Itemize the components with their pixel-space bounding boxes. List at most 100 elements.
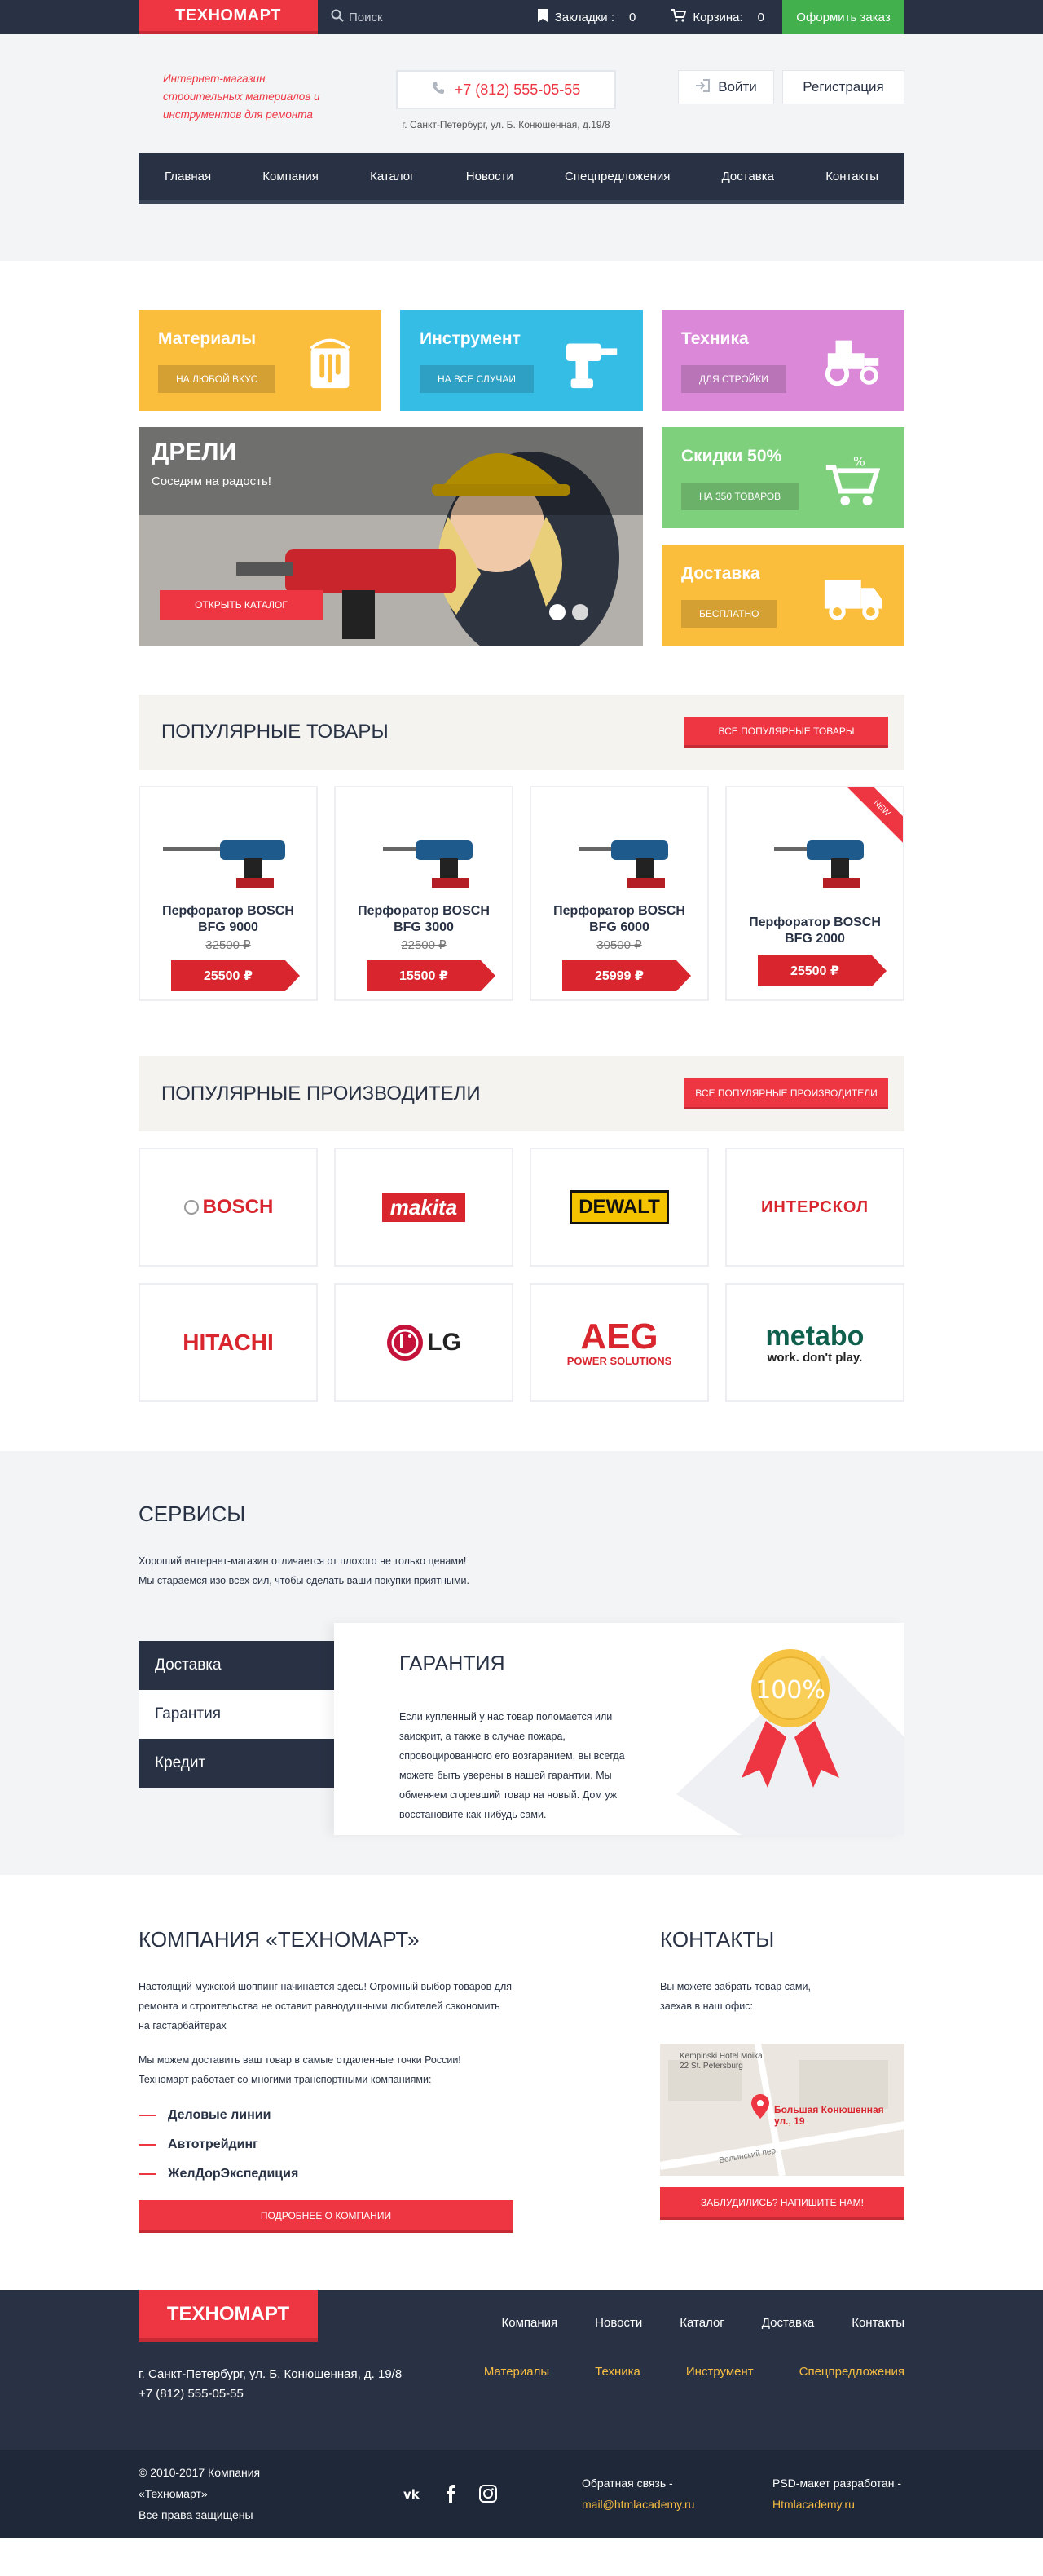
svg-text:vk: vk — [403, 2487, 420, 2500]
slider-dot[interactable] — [549, 604, 566, 620]
all-brands-button[interactable]: Все популярные производители — [684, 1078, 888, 1109]
hammer-drill-icon — [383, 840, 473, 888]
tile-button[interactable]: На любой вкус — [158, 365, 276, 393]
login-button[interactable]: Войти — [678, 70, 774, 104]
slider-title: ДРЕЛИ — [152, 439, 237, 465]
tile-button[interactable]: На 350 товаров — [681, 483, 799, 510]
product-card[interactable]: Перфоратор BOSCH BFG 3000 22500 ₽ 15500 … — [334, 786, 513, 1001]
product-card[interactable]: Перфоратор BOSCH BFG 9000 32500 ₽ 25500 … — [139, 786, 318, 1001]
cart-icon: % — [825, 454, 881, 506]
footer-address-block: г. Санкт-Петербург, ул. Б. Конюшенная, д… — [139, 2365, 402, 2404]
bookmarks-label: Закладки : — [554, 10, 614, 24]
brand-bosch[interactable]: BOSCH — [139, 1148, 318, 1267]
feedback-label: Обратная связь - — [582, 2477, 673, 2490]
brand-lg[interactable]: LG — [334, 1283, 513, 1402]
login-label: Войти — [718, 79, 757, 95]
slider-dot[interactable] — [572, 604, 588, 620]
product-card[interactable]: Перфоратор BOSCH BFG 6000 30500 ₽ 25999 … — [530, 786, 709, 1001]
tile-button[interactable]: Бесплатно — [681, 600, 777, 628]
tile-materials[interactable]: Материалы На любой вкус — [139, 310, 381, 411]
price-button[interactable]: 25500 ₽ — [758, 955, 887, 986]
footer-link-catalog[interactable]: Каталог — [680, 2316, 724, 2330]
tile-machinery[interactable]: Техника Для стройки — [662, 310, 904, 411]
popular-brands-header: Популярные производители Все популярные … — [139, 1056, 904, 1131]
phone-box[interactable]: +7 (812) 555-05-55 — [396, 70, 616, 109]
footer-link-machinery[interactable]: Техника — [595, 2365, 640, 2379]
brand-interskol[interactable]: ИНТЕРСКОЛ — [725, 1148, 904, 1267]
bookmarks-link[interactable]: Закладки : 0 — [519, 9, 654, 25]
slider-dots — [549, 604, 588, 620]
brand-makita[interactable]: makita — [334, 1148, 513, 1267]
search-icon — [331, 9, 344, 25]
search-field[interactable]: Поиск — [331, 9, 453, 25]
logo[interactable]: ТЕХНОМАРТ — [139, 0, 318, 34]
brand-metabo[interactable]: metabo work. don't play. — [725, 1283, 904, 1402]
brand-dewalt[interactable]: DEWALT — [530, 1148, 709, 1267]
price-button[interactable]: 25999 ₽ — [562, 960, 691, 991]
brand-name: BOSCH — [202, 1196, 274, 1218]
instagram-icon[interactable] — [477, 2483, 499, 2504]
tab-delivery[interactable]: Доставка — [139, 1641, 334, 1690]
brand-name: HITACHI — [183, 1330, 274, 1355]
footer-link-materials[interactable]: Материалы — [484, 2365, 549, 2379]
slider-subtitle: Соседям на радость! — [152, 474, 271, 488]
footer-logo[interactable]: ТЕХНОМАРТ — [139, 2290, 318, 2342]
cart-link[interactable]: Корзина: 0 — [654, 9, 782, 25]
footer-link-contacts[interactable]: Контакты — [852, 2316, 904, 2330]
open-catalog-button[interactable]: Открыть каталог — [160, 590, 323, 620]
footer-categories: Материалы Техника Инструмент Спецпредлож… — [484, 2365, 904, 2379]
nav-item-offers[interactable]: Спецпредложения — [565, 170, 670, 183]
popular-products-header: Популярные товары Все популярные товары — [139, 695, 904, 770]
tile-tools[interactable]: Инструмент На все случаи — [400, 310, 643, 411]
nav-item-home[interactable]: Главная — [165, 170, 211, 183]
footer-link-news[interactable]: Новости — [595, 2316, 642, 2330]
services-intro: Мы стараемся изо всех сил, чтобы сделать… — [139, 1575, 469, 1586]
tile-button[interactable]: Для стройки — [681, 365, 786, 393]
brand-aeg[interactable]: AEG POWER SOLUTIONS — [530, 1283, 709, 1402]
tile-button[interactable]: На все случаи — [420, 365, 535, 393]
carrier-list: Деловые линии Автотрейдинг ЖелДорЭкспеди… — [139, 2101, 513, 2189]
tab-credit[interactable]: Кредит — [139, 1739, 334, 1788]
tab-warranty[interactable]: Гарантия — [139, 1690, 334, 1739]
footer-link-company[interactable]: Компания — [502, 2316, 558, 2330]
top-bar: ТЕХНОМАРТ Поиск Закладки : 0 Корзина: 0 … — [0, 0, 1043, 34]
nav-item-delivery[interactable]: Доставка — [722, 170, 774, 183]
bottom-bar: © 2010-2017 Компания «Техномарт» Все пра… — [0, 2450, 1043, 2538]
map[interactable]: Kempinski Hotel Moika 22 St. Petersburg … — [660, 2044, 904, 2176]
more-about-company-button[interactable]: Подробнее о компании — [139, 2200, 513, 2233]
hammer-drill-icon — [774, 840, 864, 888]
order-button[interactable]: Оформить заказ — [782, 0, 904, 34]
vk-icon[interactable]: vk — [403, 2483, 424, 2504]
hero-slider[interactable]: ДРЕЛИ Соседям на радость! Открыть катало… — [139, 427, 643, 646]
product-list: Перфоратор BOSCH BFG 9000 32500 ₽ 25500 … — [139, 786, 904, 1001]
copyright: © 2010-2017 Компания «Техномарт» — [139, 2466, 261, 2500]
htmlacademy-link[interactable]: Htmlacademy.ru — [772, 2494, 901, 2515]
services-section: СЕРВИСЫ Хороший интернет-магазин отличае… — [0, 1451, 1043, 1875]
price-button[interactable]: 15500 ₽ — [367, 960, 495, 991]
facebook-icon[interactable] — [440, 2483, 461, 2504]
hammer-drill-icon — [579, 840, 668, 888]
section-title: КОНТАКТЫ — [660, 1927, 775, 1952]
all-popular-products-button[interactable]: Все популярные товары — [684, 717, 888, 748]
nav-item-company[interactable]: Компания — [262, 170, 319, 183]
footer-link-offers[interactable]: Спецпредложения — [799, 2365, 904, 2379]
footer-link-delivery[interactable]: Доставка — [762, 2316, 814, 2330]
map-hotel-label: Kempinski Hotel Moika 22 St. Petersburg — [680, 2052, 763, 2071]
nav-item-catalog[interactable]: Каталог — [370, 170, 415, 183]
register-button[interactable]: Регистрация — [782, 70, 904, 104]
footer-phone: +7 (812) 555-05-55 — [139, 2387, 244, 2401]
brand-name: DEWALT — [570, 1190, 669, 1224]
footer-link-tools[interactable]: Инструмент — [686, 2365, 754, 2379]
nav-item-contacts[interactable]: Контакты — [825, 170, 878, 183]
nav-item-news[interactable]: Новости — [466, 170, 513, 183]
cart-count: 0 — [757, 10, 764, 24]
write-to-us-button[interactable]: Заблудились? Напишите нам! — [660, 2187, 904, 2220]
drill-icon — [566, 343, 618, 389]
bookmarks-count: 0 — [629, 10, 636, 24]
tile-discounts[interactable]: Скидки 50% На 350 товаров % — [662, 427, 904, 528]
tile-delivery[interactable]: Доставка Бесплатно — [662, 545, 904, 646]
brand-hitachi[interactable]: HITACHI — [139, 1283, 318, 1402]
product-card[interactable]: new Перфоратор BOSCH BFG 2000 25500 ₽ — [725, 786, 904, 1001]
feedback-email-link[interactable]: mail@htmlacademy.ru — [582, 2494, 745, 2515]
price-button[interactable]: 25500 ₽ — [171, 960, 300, 991]
